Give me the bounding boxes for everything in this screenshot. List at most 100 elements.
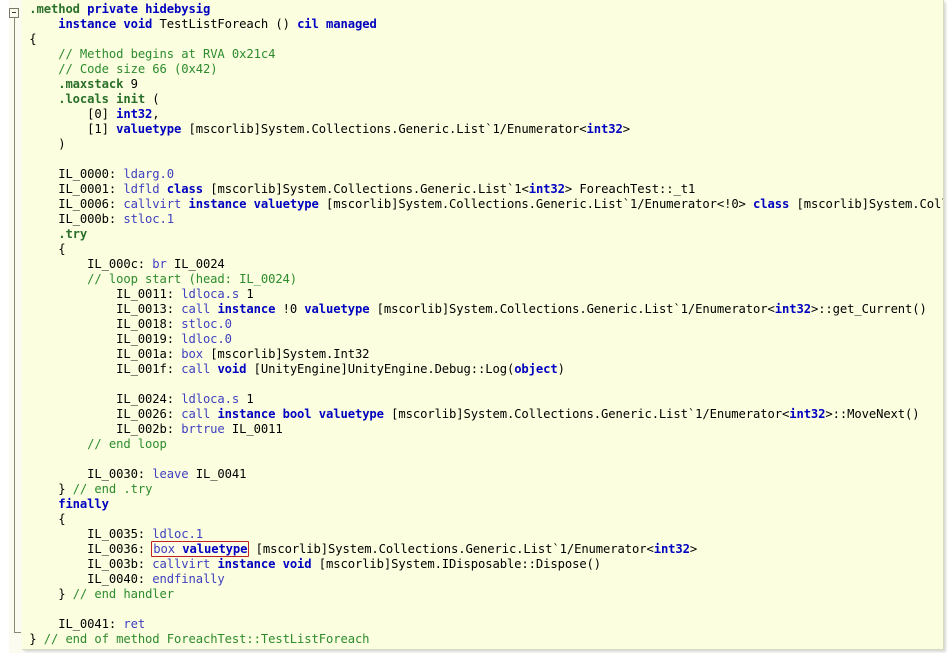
code-line[interactable]: IL_0024: ldloca.s 1: [22, 392, 943, 407]
code-token: instance void: [58, 17, 153, 31]
code-line[interactable]: {: [22, 242, 943, 257]
code-line[interactable]: IL_0030: leave IL_0041: [22, 467, 943, 482]
code-token: // Code size 66 (0x42): [58, 62, 218, 76]
code-token: cil managed: [297, 17, 377, 31]
code-token: IL_0011: [224, 422, 283, 436]
code-line[interactable]: // loop start (head: IL_0024): [22, 272, 943, 287]
code-line[interactable]: [22, 152, 943, 167]
code-line[interactable]: IL_0001: ldfld class [mscorlib]System.Co…: [22, 182, 943, 197]
code-token: [mscorlib]System.Collections.Generic.Lis…: [248, 542, 654, 556]
code-line[interactable]: } // end of method ForeachTest::TestList…: [22, 632, 943, 647]
code-token: [mscorlib]System.Collections.Generic.Lis…: [318, 197, 754, 211]
code-line[interactable]: IL_0019: ldloc.0: [22, 332, 943, 347]
code-line[interactable]: finally: [22, 497, 943, 512]
code-line[interactable]: // Code size 66 (0x42): [22, 62, 943, 77]
code-line[interactable]: IL_0013: call instance !0 valuetype [msc…: [22, 302, 943, 317]
code-line[interactable]: IL_0018: stloc.0: [22, 317, 943, 332]
code-token: .method: [29, 2, 80, 16]
code-line[interactable]: IL_000b: stloc.1: [22, 212, 943, 227]
code-token: !0: [275, 302, 305, 316]
code-token: class: [753, 197, 790, 211]
code-line[interactable]: IL_001a: box [mscorlib]System.Int32: [22, 347, 943, 362]
code-token: void: [217, 362, 247, 376]
code-line[interactable]: [1] valuetype [mscorlib]System.Collectio…: [22, 122, 943, 137]
code-token: call: [181, 407, 211, 421]
code-token: IL_0001:: [58, 182, 124, 196]
code-token: IL_0030:: [87, 467, 153, 481]
code-token: box: [153, 542, 175, 556]
code-lines-container: .method private hidebysig instance void …: [22, 0, 943, 647]
code-token: ldfld: [123, 182, 160, 196]
code-token: ldloca.s: [181, 392, 240, 406]
code-line[interactable]: IL_0035: ldloc.1: [22, 527, 943, 542]
code-token: // end handler: [72, 587, 175, 601]
code-line[interactable]: .method private hidebysig: [22, 2, 943, 17]
code-line[interactable]: [22, 602, 943, 617]
code-line[interactable]: .locals init (: [22, 92, 943, 107]
code-token: finally: [58, 497, 109, 511]
code-line[interactable]: // end loop: [22, 437, 943, 452]
code-line[interactable]: [22, 377, 943, 392]
code-line[interactable]: IL_0006: callvirt instance valuetype [ms…: [22, 197, 943, 212]
code-token: IL_0024: [166, 257, 225, 271]
code-token: IL_0019:: [116, 332, 182, 346]
code-token: }: [29, 632, 44, 646]
code-token: TestListForeach (): [152, 17, 298, 31]
code-token: int32: [789, 407, 826, 421]
code-token: // end of method ForeachTest::TestListFo…: [43, 632, 370, 646]
code-token: [mscorlib]System.Collections.Generic.Lis…: [369, 302, 775, 316]
code-token: IL_0041:: [58, 617, 124, 631]
code-line[interactable]: [22, 452, 943, 467]
code-token: int32: [586, 122, 623, 136]
code-token: ret: [123, 617, 146, 631]
code-line[interactable]: .try: [22, 227, 943, 242]
code-line[interactable]: IL_000c: br IL_0024: [22, 257, 943, 272]
code-token: call: [181, 362, 211, 376]
code-line[interactable]: IL_0040: endfinally: [22, 572, 943, 587]
code-token: class: [166, 182, 203, 196]
code-token: IL_0006:: [58, 197, 124, 211]
code-token: [mscorlib]System.Collections.Generic.Lis…: [383, 407, 790, 421]
code-line[interactable]: ): [22, 137, 943, 152]
code-token: brtrue: [181, 422, 225, 436]
code-token: private hidebysig: [87, 2, 211, 16]
code-token: [mscorlib]System.Collections.Generic.Lis…: [203, 182, 529, 196]
code-token: instance valuetype: [188, 197, 319, 211]
code-token: >: [689, 542, 698, 556]
code-token: int32: [653, 542, 690, 556]
code-token: IL_0040:: [87, 572, 153, 586]
code-line[interactable]: [0] int32,: [22, 107, 943, 122]
code-token: ldloc.1: [152, 527, 203, 541]
code-line[interactable]: IL_0041: ret: [22, 617, 943, 632]
code-token: callvirt: [123, 197, 182, 211]
code-line[interactable]: IL_0026: call instance bool valuetype [m…: [22, 407, 943, 422]
code-line[interactable]: // Method begins at RVA 0x21c4: [22, 47, 943, 62]
code-line[interactable]: {: [22, 512, 943, 527]
code-token: instance void: [217, 557, 312, 571]
code-token: .maxstack: [58, 77, 124, 91]
code-token: 1: [239, 287, 254, 301]
code-line[interactable]: {: [22, 32, 943, 47]
code-line[interactable]: IL_001f: call void [UnityEngine]UnityEng…: [22, 362, 943, 377]
code-token: [1]: [87, 122, 117, 136]
code-line[interactable]: } // end handler: [22, 587, 943, 602]
code-token: >::MoveNext(): [825, 407, 920, 421]
code-line[interactable]: } // end .try: [22, 482, 943, 497]
code-token: ldloca.s: [181, 287, 240, 301]
code-token: ): [557, 362, 565, 376]
code-line[interactable]: IL_0036: box valuetype [mscorlib]System.…: [22, 541, 943, 557]
code-line[interactable]: IL_003b: callvirt instance void [mscorli…: [22, 557, 943, 572]
code-line[interactable]: IL_002b: brtrue IL_0011: [22, 422, 943, 437]
outlining-margin[interactable]: [9, 0, 22, 653]
code-line[interactable]: IL_0011: ldloca.s 1: [22, 287, 943, 302]
minus-square-icon[interactable]: [9, 8, 19, 18]
code-token: }: [58, 587, 73, 601]
code-token: IL_0036:: [87, 542, 153, 556]
code-token: callvirt: [152, 557, 211, 571]
code-editor-surface[interactable]: .method private hidebysig instance void …: [22, 0, 944, 650]
code-token: call: [181, 302, 211, 316]
code-token: [mscorlib]System.Collections.Generic.Lis…: [181, 122, 587, 136]
code-line[interactable]: IL_0000: ldarg.0: [22, 167, 943, 182]
code-line[interactable]: instance void TestListForeach () cil man…: [22, 17, 943, 32]
code-line[interactable]: .maxstack 9: [22, 77, 943, 92]
